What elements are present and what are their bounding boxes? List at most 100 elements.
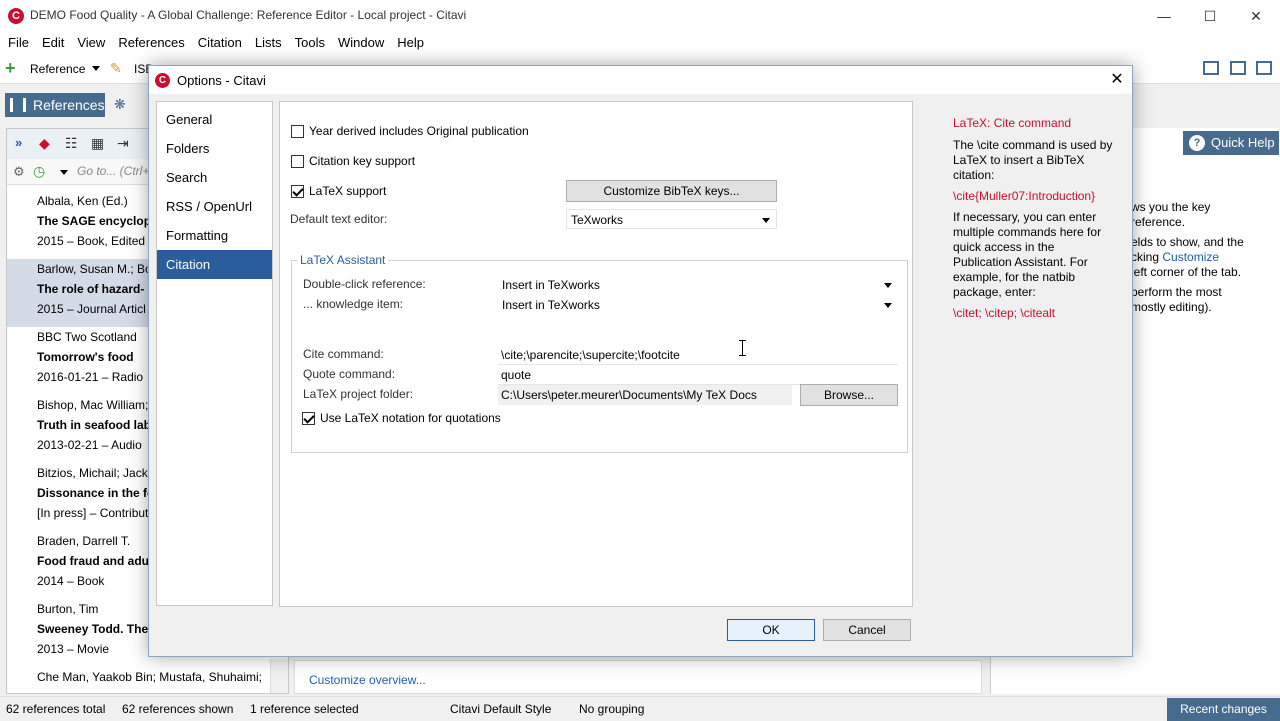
customize-link[interactable]: Customize [1162, 250, 1219, 264]
goto-input[interactable]: Go to... (Ctrl+ [77, 164, 149, 178]
ref-author: Che Man, Yaakob Bin; Mustafa, Shuhaimi; [37, 670, 263, 684]
hierarchy-icon[interactable]: ☷ [65, 135, 78, 152]
window-titlebar: C DEMO Food Quality - A Global Challenge… [0, 0, 1280, 32]
latex-assistant-group: LaTeX Assistant Double-click reference: … [291, 253, 908, 453]
references-tab-label: References [33, 97, 105, 113]
year-derived-checkbox[interactable] [291, 125, 304, 138]
double-click-value: Insert in TeXworks [502, 278, 600, 292]
chevron-down-icon [762, 218, 770, 223]
minimize-button[interactable]: — [1141, 4, 1187, 28]
latex-notation-label: Use LaTeX notation for quotations [320, 411, 501, 425]
chevron-down-icon [884, 303, 892, 308]
quote-command-input[interactable]: quote [498, 365, 898, 385]
status-citation-style[interactable]: Citavi Default Style [450, 702, 551, 716]
status-selected: 1 reference selected [250, 702, 359, 716]
quick-help-label: Quick Help [1211, 135, 1275, 150]
expand-icon[interactable]: » [15, 135, 22, 150]
ok-button[interactable]: OK [727, 619, 815, 641]
menu-references[interactable]: References [110, 32, 189, 50]
knowledge-item-value: Insert in TeXworks [502, 298, 600, 312]
list-item[interactable]: Che Man, Yaakob Bin; Mustafa, Shuhaimi; [7, 667, 277, 693]
help-text: elds to show, and the [1131, 235, 1244, 249]
citation-key-checkbox[interactable] [291, 155, 304, 168]
latex-support-checkbox[interactable] [291, 185, 304, 198]
nav-general[interactable]: General [157, 105, 272, 134]
close-icon[interactable]: ✕ [1105, 70, 1129, 90]
help-text: perform the most [1131, 285, 1222, 299]
status-total: 62 references total [6, 702, 106, 716]
menu-edit[interactable]: Edit [34, 32, 69, 50]
history-icon[interactable]: ◷ [33, 163, 45, 180]
nav-rss-openurl[interactable]: RSS / OpenUrl [157, 192, 272, 221]
latex-assistant-legend: LaTeX Assistant [297, 253, 389, 267]
double-click-select[interactable]: Insert in TeXworks [498, 275, 898, 295]
browse-button[interactable]: Browse... [800, 384, 898, 406]
magic-wand-icon[interactable]: ✎ [110, 60, 122, 77]
nav-search[interactable]: Search [157, 163, 272, 192]
quick-help-tab[interactable]: ? Quick Help [1183, 131, 1279, 155]
help-example: \citet; \citep; \citealt [953, 306, 1056, 320]
year-derived-label: Year derived includes Original publicati… [309, 124, 529, 138]
chevron-down-icon [884, 283, 892, 288]
close-window-button[interactable]: ✕ [1233, 4, 1279, 28]
add-reference-icon[interactable]: + [5, 59, 16, 77]
double-click-label: Double-click reference: [303, 277, 426, 291]
help-text: left corner of the tab. [1131, 265, 1242, 279]
grid-icon[interactable]: ▦ [91, 135, 104, 152]
citavi-logo-icon: C [155, 73, 170, 88]
menu-window[interactable]: Window [330, 32, 389, 50]
help-paragraph: If necessary, you can enter multiple com… [953, 210, 1102, 299]
tag-icon[interactable]: ◆ [39, 135, 50, 152]
latex-notation-checkbox[interactable] [302, 412, 315, 425]
status-grouping[interactable]: No grouping [579, 702, 644, 716]
dialog-titlebar: C Options - Citavi ✕ [149, 66, 1132, 94]
nav-formatting[interactable]: Formatting [157, 221, 272, 250]
help-text-fragment: cking [1131, 250, 1163, 264]
scrollbar[interactable] [270, 659, 288, 693]
help-text: cking Customize [1131, 250, 1219, 264]
text-cursor-icon [739, 340, 748, 356]
nav-citation[interactable]: Citation [157, 250, 272, 279]
customize-overview-link[interactable]: Customize overview... [309, 673, 426, 687]
menu-bar: File Edit View References Citation Lists Tools… [0, 32, 1280, 54]
status-shown: 62 references shown [122, 702, 234, 716]
help-title: LaTeX: Cite command [953, 116, 1072, 130]
menu-view[interactable]: View [69, 32, 110, 50]
menu-file[interactable]: File [0, 32, 34, 50]
chevron-down-icon[interactable] [92, 66, 100, 71]
gear-icon[interactable]: ⚙ [13, 164, 25, 180]
cancel-button[interactable]: Cancel [823, 619, 911, 641]
overview-footer: Customize overview... [294, 660, 982, 694]
nav-folders[interactable]: Folders [157, 134, 272, 163]
latex-folder-input[interactable]: C:\Users\peter.meurer\Documents\My TeX D… [498, 385, 792, 405]
chevron-down-icon[interactable] [60, 170, 68, 175]
cite-command-input[interactable]: \cite;\parencite;\supercite;\footcite [498, 345, 898, 365]
citation-key-label: Citation key support [309, 154, 416, 168]
maximize-button[interactable]: ☐ [1187, 4, 1233, 28]
layout-left-icon[interactable] [1203, 61, 1219, 75]
references-tab[interactable]: References [5, 93, 105, 117]
recent-changes-button[interactable]: Recent changes [1167, 698, 1280, 721]
menu-tools[interactable]: Tools [287, 32, 330, 50]
export-icon[interactable]: ⇥ [117, 135, 129, 152]
quote-command-label: Quote command: [303, 367, 396, 381]
citation-options-panel: Year derived includes Original publicati… [279, 101, 913, 607]
layout-right-icon[interactable] [1256, 61, 1272, 75]
menu-lists[interactable]: Lists [247, 32, 287, 50]
citavi-logo-icon: C [8, 8, 24, 24]
customize-bibtex-button[interactable]: Customize BibTeX keys... [566, 180, 777, 202]
menu-citation[interactable]: Citation [190, 32, 247, 50]
window-title: DEMO Food Quality - A Global Challenge: … [30, 8, 467, 22]
menu-help[interactable]: Help [389, 32, 429, 50]
knowledge-icon[interactable]: ❋ [114, 96, 126, 113]
cite-command-label: Cite command: [303, 347, 384, 361]
help-example: \cite{Muller07:Introduction} [953, 189, 1096, 203]
help-text: ws you the key [1131, 200, 1211, 214]
knowledge-item-select[interactable]: Insert in TeXworks [498, 295, 898, 315]
layout-center-icon[interactable] [1230, 61, 1246, 75]
add-reference-button[interactable]: Reference [30, 62, 85, 76]
latex-support-label: LaTeX support [309, 184, 387, 198]
library-icon [10, 98, 26, 112]
default-editor-select[interactable]: TeXworks [566, 209, 777, 229]
knowledge-item-label: ... knowledge item: [303, 297, 404, 311]
